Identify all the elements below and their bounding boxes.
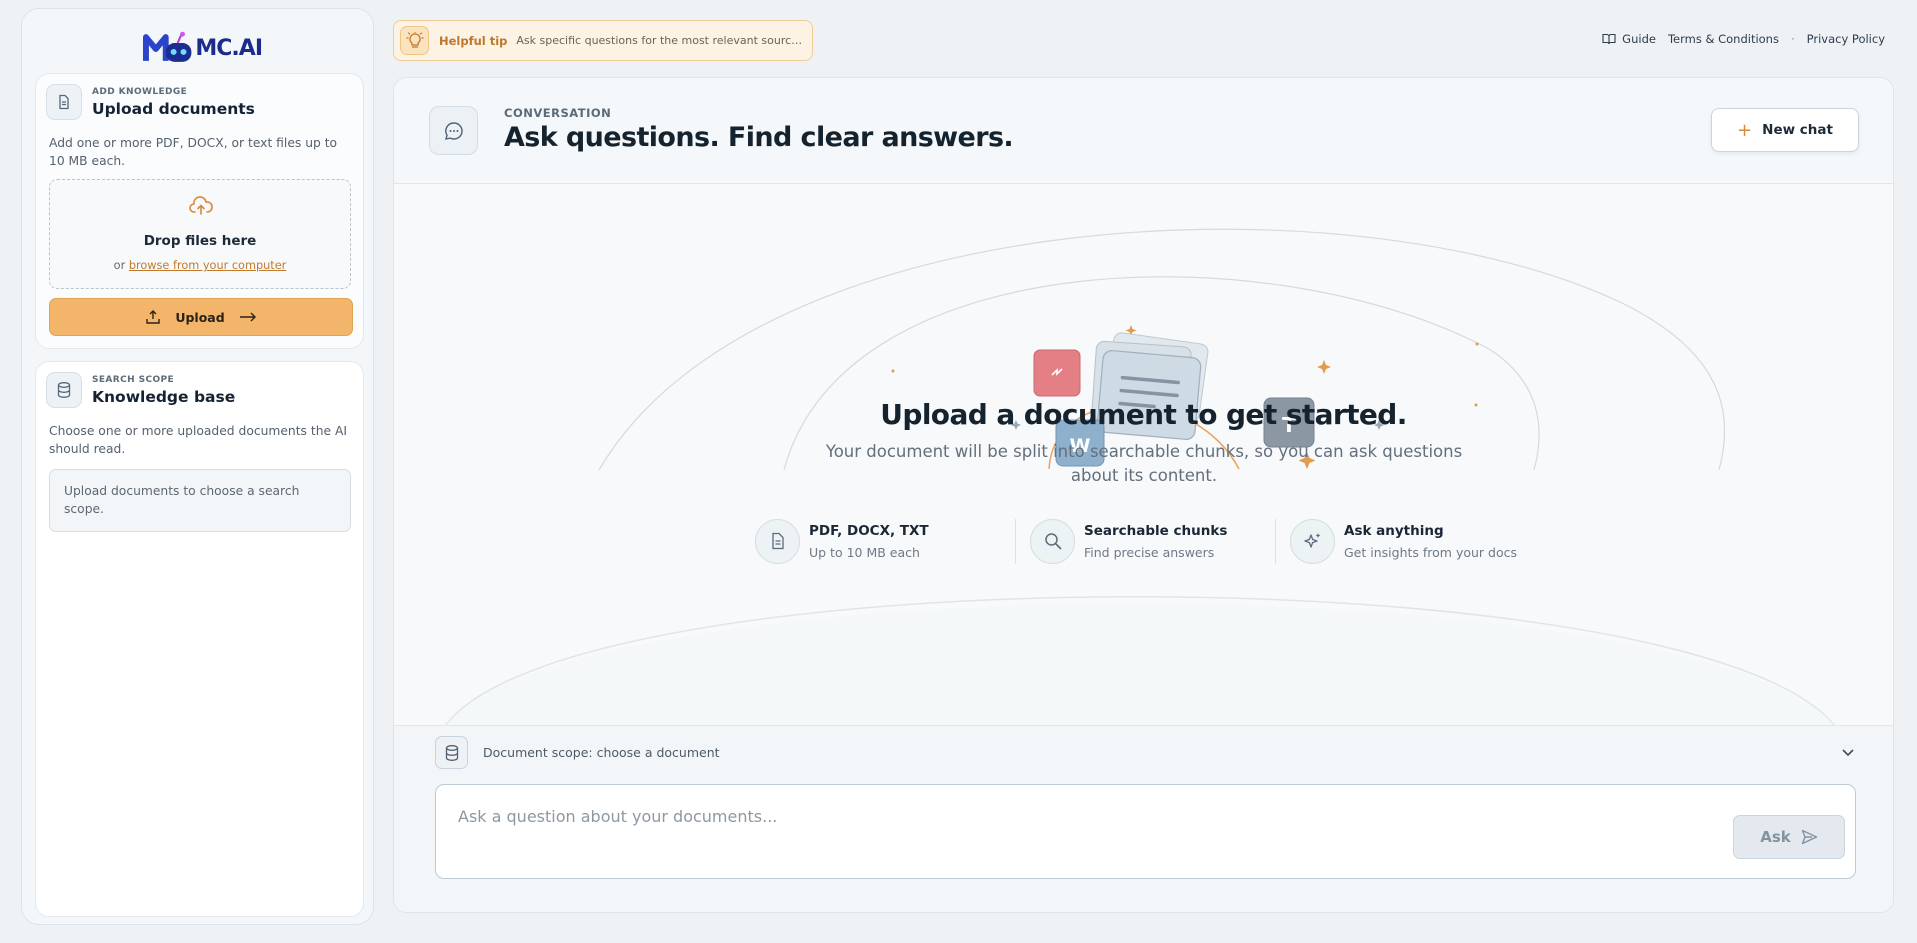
upload-label: Upload	[175, 309, 225, 325]
feature-subtitle: Up to 10 MB each	[809, 544, 920, 560]
file-icon	[755, 518, 800, 564]
guide-link[interactable]: Guide	[1602, 32, 1656, 46]
sidebar: MC.AI ADD KNOWLEDGE Upload documents Add…	[21, 8, 374, 925]
database-icon	[435, 736, 468, 769]
sparkle-icon	[1290, 518, 1335, 564]
question-placeholder: Ask a question about your documents...	[458, 807, 778, 826]
document-scope-text: Document scope: choose a document	[483, 745, 720, 760]
chevron-down-icon[interactable]	[1841, 748, 1855, 757]
new-chat-label: New chat	[1762, 122, 1833, 138]
upload-button[interactable]: Upload	[49, 298, 353, 336]
scope-eyebrow: SEARCH SCOPE	[92, 375, 175, 385]
document-scope-selector[interactable]: Document scope: choose a document	[435, 736, 1855, 769]
feature-chunks: Searchable chunks Find precise answers	[1015, 518, 1275, 564]
helpful-tip-banner: Helpful tip Ask specific questions for t…	[393, 20, 813, 61]
terms-link[interactable]: Terms & Conditions	[1668, 32, 1779, 46]
lightbulb-icon	[400, 26, 429, 55]
database-icon	[46, 372, 82, 408]
document-icon	[46, 84, 82, 120]
file-dropzone[interactable]: Drop files here or browse from your comp…	[49, 179, 351, 289]
guide-label: Guide	[1622, 32, 1656, 46]
upload-eyebrow: ADD KNOWLEDGE	[92, 87, 188, 97]
hero-subtitle: Your document will be split into searcha…	[825, 442, 1463, 485]
new-chat-button[interactable]: + New chat	[1711, 108, 1859, 152]
top-links: Guide Terms & Conditions · Privacy Polic…	[1602, 32, 1885, 46]
knowledge-base-card: SEARCH SCOPE Knowledge base Choose one o…	[35, 361, 364, 917]
scope-description: Choose one or more uploaded documents th…	[49, 424, 347, 456]
tip-label: Helpful tip	[439, 33, 508, 48]
upload-card: ADD KNOWLEDGE Upload documents Add one o…	[35, 73, 364, 349]
link-separator: ·	[1790, 32, 1795, 46]
hero-title: Upload a document to get started.	[880, 398, 1407, 431]
feature-title: Ask anything	[1344, 522, 1444, 539]
logo-text: MC.AI	[195, 35, 263, 61]
upload-title: Upload documents	[92, 100, 255, 118]
drop-title: Drop files here	[143, 233, 257, 249]
page-title: Ask questions. Find clear answers.	[504, 122, 1014, 153]
scope-title: Knowledge base	[92, 388, 236, 406]
scope-empty-state: Upload documents to choose a search scop…	[49, 469, 351, 532]
feature-title: PDF, DOCX, TXT	[809, 522, 929, 539]
feature-title: Searchable chunks	[1084, 522, 1228, 539]
feature-subtitle: Get insights from your docs	[1344, 544, 1517, 560]
feature-list: PDF, DOCX, TXT Up to 10 MB each Searchab…	[755, 516, 1535, 566]
privacy-link[interactable]: Privacy Policy	[1807, 32, 1885, 46]
tip-text: Ask specific questions for the most rele…	[516, 34, 806, 47]
search-icon	[1030, 518, 1075, 564]
feature-ask: Ask anything Get insights from your docs	[1275, 518, 1535, 564]
drop-prefix: or	[113, 259, 126, 272]
cloud-upload-icon	[189, 196, 213, 215]
send-icon	[1801, 829, 1817, 845]
upload-description: Add one or more PDF, DOCX, or text files…	[49, 136, 338, 168]
upload-icon	[146, 310, 161, 324]
arrow-right-icon	[239, 312, 256, 322]
drop-subtitle: or browse from your computer	[50, 259, 350, 272]
book-icon	[1602, 33, 1616, 45]
feature-formats: PDF, DOCX, TXT Up to 10 MB each	[755, 518, 1015, 564]
ask-label: Ask	[1760, 828, 1791, 846]
app-logo[interactable]: MC.AI	[142, 27, 263, 69]
chat-bubble-icon	[429, 106, 478, 155]
robot-logo-icon	[142, 31, 192, 62]
feature-subtitle: Find precise answers	[1084, 544, 1215, 560]
composer: Document scope: choose a document Ask a …	[394, 725, 1893, 912]
plus-icon: +	[1737, 119, 1753, 141]
browse-link[interactable]: browse from your computer	[129, 259, 287, 272]
conversation-header: CONVERSATION Ask questions. Find clear a…	[394, 78, 1893, 184]
question-input[interactable]: Ask a question about your documents... A…	[435, 784, 1856, 879]
conversation-panel: CONVERSATION Ask questions. Find clear a…	[393, 77, 1894, 913]
ask-button[interactable]: Ask	[1733, 815, 1845, 859]
conversation-eyebrow: CONVERSATION	[504, 106, 612, 120]
pdf-tile	[1033, 349, 1081, 397]
